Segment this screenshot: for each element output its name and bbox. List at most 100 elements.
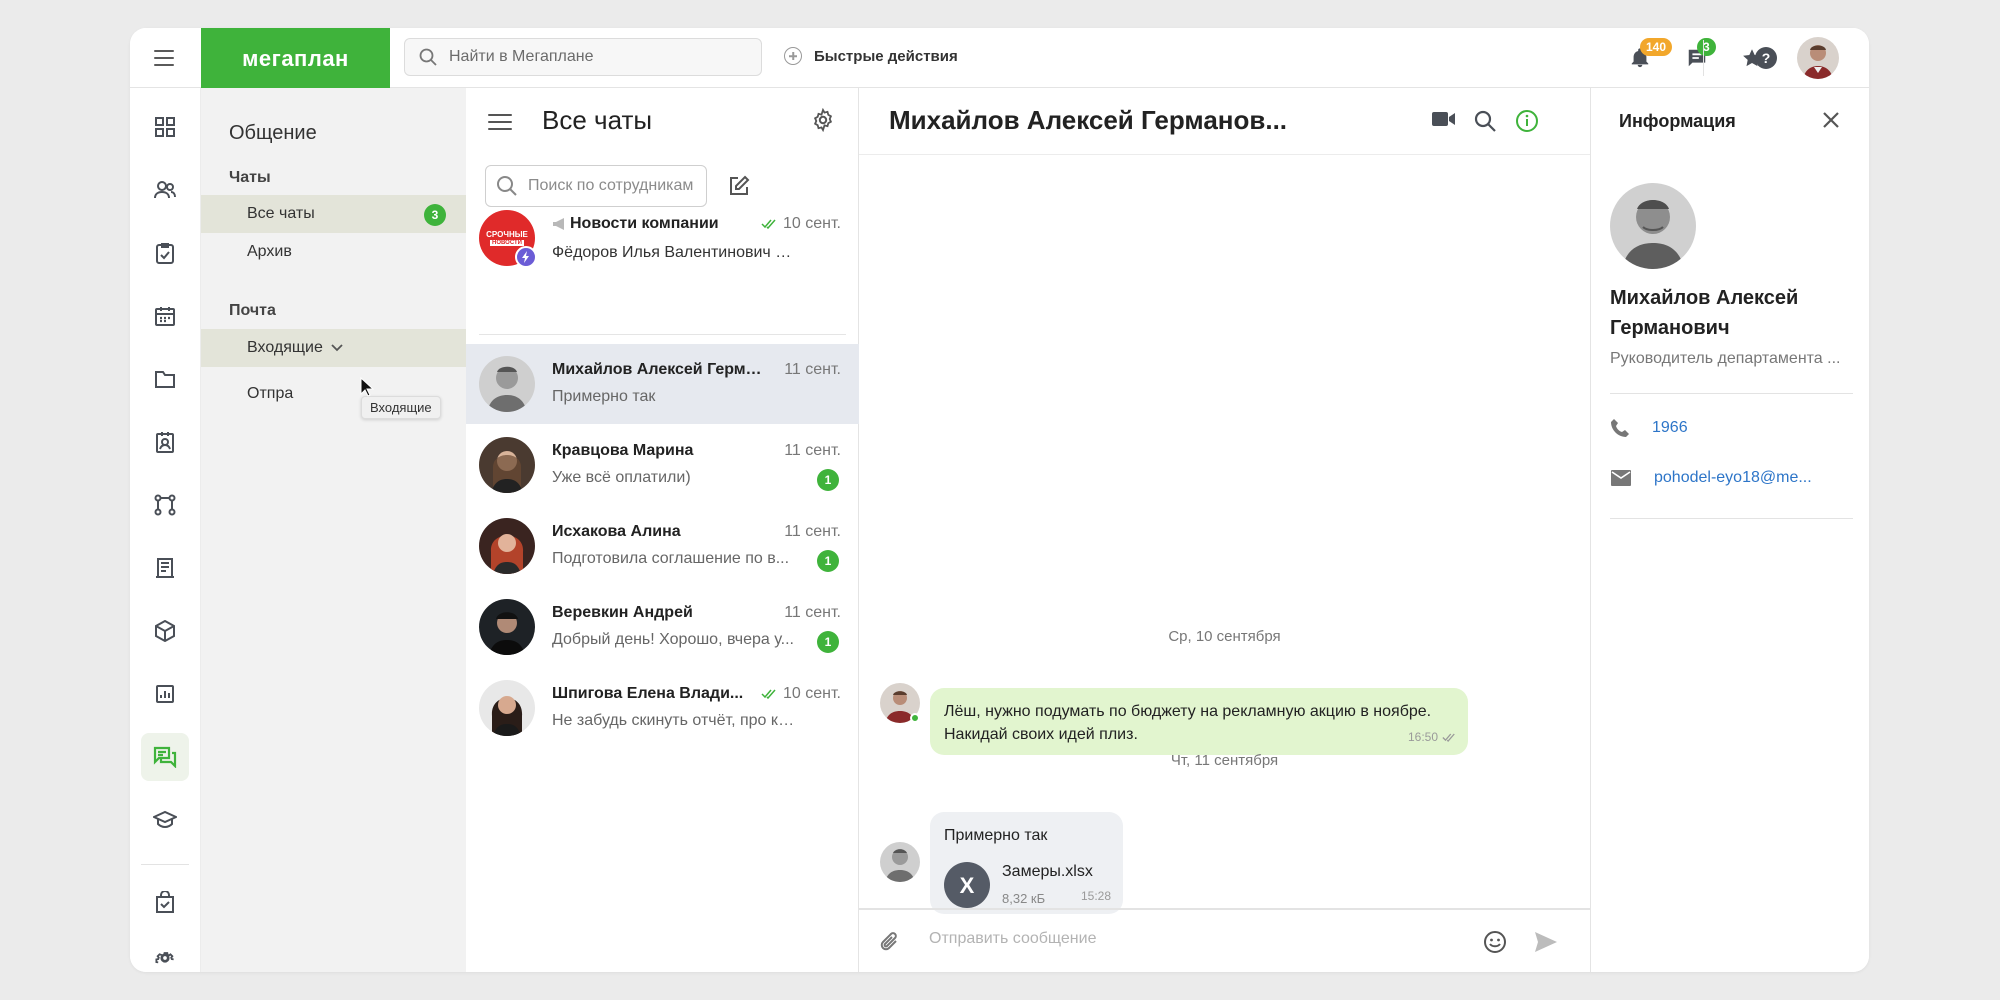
unread-badge: 1 — [817, 469, 839, 491]
read-check-icon — [761, 689, 776, 699]
chat-avatar — [479, 518, 535, 574]
chat-date: 11 сент. — [784, 361, 841, 378]
chat-avatar — [479, 356, 535, 412]
video-camera-icon — [1432, 112, 1455, 126]
message-time: 16:50 — [1408, 726, 1456, 749]
reports-nav[interactable] — [141, 670, 189, 718]
user-avatar[interactable] — [1797, 37, 1839, 79]
info-icon — [1516, 110, 1538, 132]
invoices-nav[interactable] — [141, 544, 189, 592]
quick-actions-button[interactable]: Быстрые действия — [784, 47, 958, 65]
close-icon — [1823, 112, 1839, 128]
help-button[interactable]: ? — [1752, 44, 1780, 72]
notifications-button[interactable]: 140 — [1626, 38, 1673, 72]
unread-badge: 1 — [817, 550, 839, 572]
sidebar-item-inbox[interactable]: Входящие — [201, 329, 466, 367]
chat-info-button[interactable] — [1515, 109, 1539, 138]
contacts-icon — [154, 181, 176, 199]
megaphone-icon — [553, 218, 564, 230]
chat-item-kravtsova[interactable]: Кравцова Марина 11 сент. Уже всё оплатил… — [466, 425, 859, 505]
conversation-title[interactable]: Михайлов Алексей Германов... — [889, 105, 1287, 136]
emoji-icon[interactable] — [1483, 930, 1507, 954]
chat-settings-button[interactable] — [811, 107, 835, 137]
sidebar-item-label: Архив — [247, 243, 292, 260]
chat-date: 10 сент. — [761, 215, 841, 233]
global-search[interactable] — [404, 38, 762, 76]
product-box-icon — [155, 620, 175, 642]
employee-search-input[interactable] — [528, 177, 698, 195]
chat-item-verevkin[interactable]: Веревкин Андрей 11 сент. Добрый день! Хо… — [466, 587, 859, 667]
global-search-input[interactable] — [449, 48, 729, 66]
read-check-icon — [761, 219, 776, 229]
messages-button[interactable]: 3 — [1683, 38, 1716, 72]
tasks-icon — [156, 243, 174, 264]
sidebar-item-archive[interactable]: Архив — [201, 233, 466, 271]
email-link[interactable]: pohodel-eyo18@me... — [1654, 469, 1812, 487]
outgoing-message[interactable]: Лёш, нужно подумать по бюджету на реклам… — [930, 688, 1468, 755]
send-icon[interactable] — [1534, 931, 1558, 953]
info-divider — [1610, 393, 1853, 394]
unread-badge: 1 — [817, 631, 839, 653]
chat-item-shpigova[interactable]: Шпигова Елена Влади... 10 сент. Не забуд… — [466, 668, 859, 748]
contacts-nav[interactable] — [141, 166, 189, 214]
calendar-icon — [155, 307, 175, 326]
store-nav[interactable] — [141, 878, 189, 926]
chevron-down-icon — [331, 344, 343, 352]
inbox-tooltip: Входящие — [361, 396, 441, 419]
chat-name: Михайлов Алексей Герма... — [552, 361, 764, 378]
search-icon — [497, 176, 517, 196]
workflow-icon — [154, 494, 176, 516]
app-window: мегаплан Быстрые действия 140 3 ? — [130, 28, 1869, 972]
chat-avatar — [479, 680, 535, 736]
incoming-message[interactable]: Примерно так X Замеры.xlsx 8,32 кБ 15:28 — [930, 812, 1123, 914]
paperclip-icon[interactable] — [879, 930, 901, 954]
megaplan-logo[interactable]: мегаплан — [201, 28, 390, 89]
workflow-nav[interactable] — [141, 481, 189, 529]
employees-nav[interactable] — [141, 418, 189, 466]
messages-badge: 3 — [1697, 38, 1716, 56]
dashboard-icon — [155, 117, 175, 137]
search-in-chat-button[interactable] — [1473, 109, 1497, 138]
files-nav[interactable] — [141, 355, 189, 403]
education-nav[interactable] — [141, 796, 189, 844]
calendar-nav[interactable] — [141, 292, 189, 340]
close-info-button[interactable] — [1821, 110, 1841, 135]
file-attachment[interactable]: X Замеры.xlsx 8,32 кБ — [944, 860, 1093, 910]
phone-link[interactable]: 1966 — [1652, 419, 1688, 437]
chat-item-iskhakova[interactable]: Исхакова Алина 11 сент. Подготовила согл… — [466, 506, 859, 586]
employee-card-icon — [156, 432, 174, 453]
products-nav[interactable] — [141, 607, 189, 655]
avatar-label-bottom: НОВОСТИ — [489, 240, 524, 246]
chat-avatar — [479, 437, 535, 493]
sidebar-item-label: Отпра — [247, 385, 294, 402]
all-chats-badge: 3 — [424, 204, 446, 226]
chat-item-mikhailov[interactable]: Михайлов Алексей Герма... 11 сент. Приме… — [466, 344, 859, 424]
rail-divider — [141, 864, 189, 865]
phone-row: 1966 — [1610, 418, 1688, 438]
help-circle-icon: ? — [1755, 47, 1777, 69]
chat-nav[interactable] — [141, 733, 189, 781]
chat-date: 11 сент. — [784, 523, 841, 540]
header-divider — [1703, 40, 1704, 76]
chat-preview: Не забудь скинуть отчёт, про котор... — [552, 712, 802, 729]
chat-item-company-news[interactable]: СРОЧНЫЕ НОВОСТИ Новости компании 10 сент… — [466, 198, 859, 278]
profile-role: Руководитель департамента ... — [1610, 350, 1841, 367]
chat-list-menu-icon[interactable] — [488, 112, 512, 132]
left-nav-rail — [130, 88, 201, 972]
message-input[interactable] — [929, 930, 1449, 948]
sidebar-item-all-chats[interactable]: Все чаты 3 — [201, 195, 466, 233]
read-check-icon — [1442, 733, 1455, 742]
main-menu-burger-icon[interactable] — [152, 46, 176, 70]
invoice-icon — [156, 558, 174, 578]
file-name: Замеры.xlsx — [1002, 863, 1093, 880]
tasks-nav[interactable] — [141, 229, 189, 277]
message-time: 15:28 — [1080, 889, 1111, 903]
video-call-button[interactable] — [1431, 109, 1457, 134]
chat-preview: Подготовила соглашение по в... — [552, 550, 790, 567]
phone-icon — [1611, 419, 1629, 437]
chat-preview: Примерно так — [552, 388, 656, 405]
online-status-dot — [910, 713, 920, 723]
dashboard-nav[interactable] — [141, 103, 189, 151]
settings-nav[interactable] — [141, 934, 189, 972]
chat-name: Исхакова Алина — [552, 523, 681, 540]
